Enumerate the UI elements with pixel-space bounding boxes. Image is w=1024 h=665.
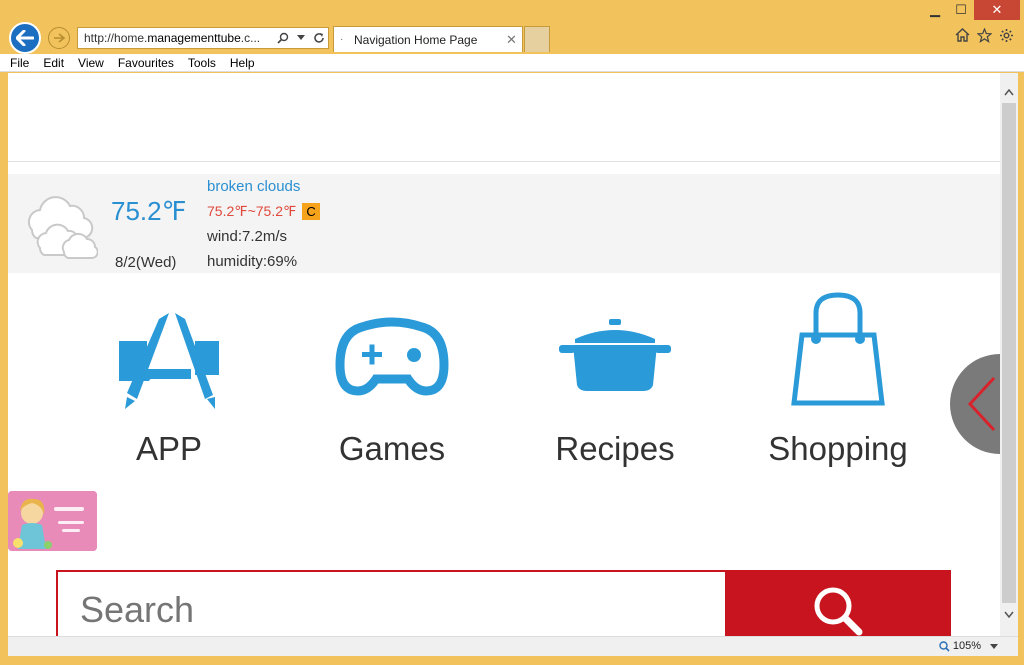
slide-prev-button[interactable] — [950, 354, 1000, 454]
menu-favourites[interactable]: Favourites — [118, 56, 174, 70]
maximize-button[interactable]: ☐ — [948, 0, 974, 20]
chevron-left-icon — [967, 376, 996, 432]
scroll-down-icon[interactable] — [1000, 605, 1018, 623]
broken-clouds-icon — [27, 196, 98, 259]
celsius-toggle-button[interactable]: C — [302, 203, 320, 220]
search-icon[interactable] — [274, 32, 292, 44]
tile-app[interactable]: APP — [74, 299, 264, 469]
menu-view[interactable]: View — [78, 56, 104, 70]
tab-title: Navigation Home Page — [354, 32, 478, 47]
weather-description: broken clouds — [207, 178, 301, 195]
gear-icon[interactable] — [998, 27, 1014, 43]
zoom-icon — [939, 640, 950, 652]
tile-app-label: APP — [135, 430, 203, 467]
forward-button[interactable] — [48, 27, 70, 49]
tile-games-label: Games — [338, 430, 446, 467]
weather-date: 8/2(Wed) — [115, 254, 177, 271]
page-icon: · — [340, 34, 344, 45]
tab-navigation-home[interactable]: · Navigation Home Page ✕ — [333, 26, 523, 52]
app-store-icon — [119, 313, 219, 409]
arrow-left-icon — [16, 30, 34, 46]
cartoon-girl-image — [8, 491, 97, 551]
tile-recipes-label: Recipes — [555, 430, 675, 467]
arrow-right-icon — [54, 33, 65, 43]
refresh-icon[interactable] — [310, 32, 328, 44]
back-button[interactable] — [9, 22, 41, 54]
browser-window: ▁ ☐ ✕ http://home.managementtube.c... · … — [0, 0, 1024, 665]
home-icon[interactable] — [954, 27, 970, 43]
wind-speed: wind:7.2m/s — [207, 228, 288, 245]
window-controls: ▁ ☐ ✕ — [922, 0, 1020, 22]
status-bar: 105% — [8, 636, 1018, 656]
humidity: humidity:69% — [207, 253, 298, 270]
minimize-button[interactable]: ▁ — [922, 0, 948, 20]
navigation-toolbar: http://home.managementtube.c... · Naviga… — [0, 20, 1024, 54]
zoom-level: 105% — [952, 640, 981, 652]
temperature-range: 75.2℉~75.2℉ C — [207, 203, 320, 220]
chevron-down-icon — [990, 643, 998, 649]
magnifier-icon — [814, 587, 863, 636]
current-temperature: 75.2℉ — [111, 196, 187, 226]
menu-file[interactable]: File — [10, 56, 29, 70]
menu-help[interactable]: Help — [230, 56, 255, 70]
scrollbar-thumb[interactable] — [1002, 103, 1016, 603]
vertical-scrollbar[interactable] — [1000, 73, 1018, 636]
temperature-range-text: 75.2℉~75.2℉ — [207, 203, 297, 219]
shopping-bag-icon — [791, 292, 885, 406]
close-button[interactable]: ✕ — [974, 0, 1020, 20]
page-viewport: 75.2℉ 8/2(Wed) broken clouds 75.2℉~75.2℉… — [8, 73, 1000, 636]
menu-tools[interactable]: Tools — [188, 56, 216, 70]
menu-edit[interactable]: Edit — [43, 56, 64, 70]
dropdown-icon[interactable] — [292, 35, 310, 41]
new-tab-button[interactable] — [524, 26, 550, 52]
url-text: http://home.managementtube.c... — [84, 31, 261, 45]
page-header — [8, 73, 1000, 162]
star-icon[interactable] — [976, 27, 992, 43]
tile-games[interactable]: Games — [297, 299, 487, 469]
search-input[interactable] — [58, 572, 727, 636]
close-tab-icon[interactable]: ✕ — [506, 32, 522, 48]
tile-recipes[interactable]: Recipes — [520, 299, 710, 469]
zoom-control[interactable]: 105% — [939, 640, 998, 652]
cooking-pot-icon — [559, 319, 671, 391]
tile-shopping-label: Shopping — [768, 430, 908, 467]
address-bar[interactable]: http://home.managementtube.c... — [77, 27, 329, 49]
gamepad-icon — [335, 317, 449, 396]
tile-shopping[interactable]: Shopping — [743, 292, 933, 469]
scroll-up-icon[interactable] — [1000, 83, 1018, 101]
menu-bar: File Edit View Favourites Tools Help — [0, 54, 1024, 72]
promo-thumbnail[interactable] — [8, 491, 97, 551]
search-button[interactable] — [725, 572, 949, 636]
browser-actions — [954, 27, 1014, 43]
weather-widget[interactable]: 75.2℉ 8/2(Wed) broken clouds 75.2℉~75.2℉… — [8, 174, 1000, 273]
search-box — [56, 570, 951, 636]
